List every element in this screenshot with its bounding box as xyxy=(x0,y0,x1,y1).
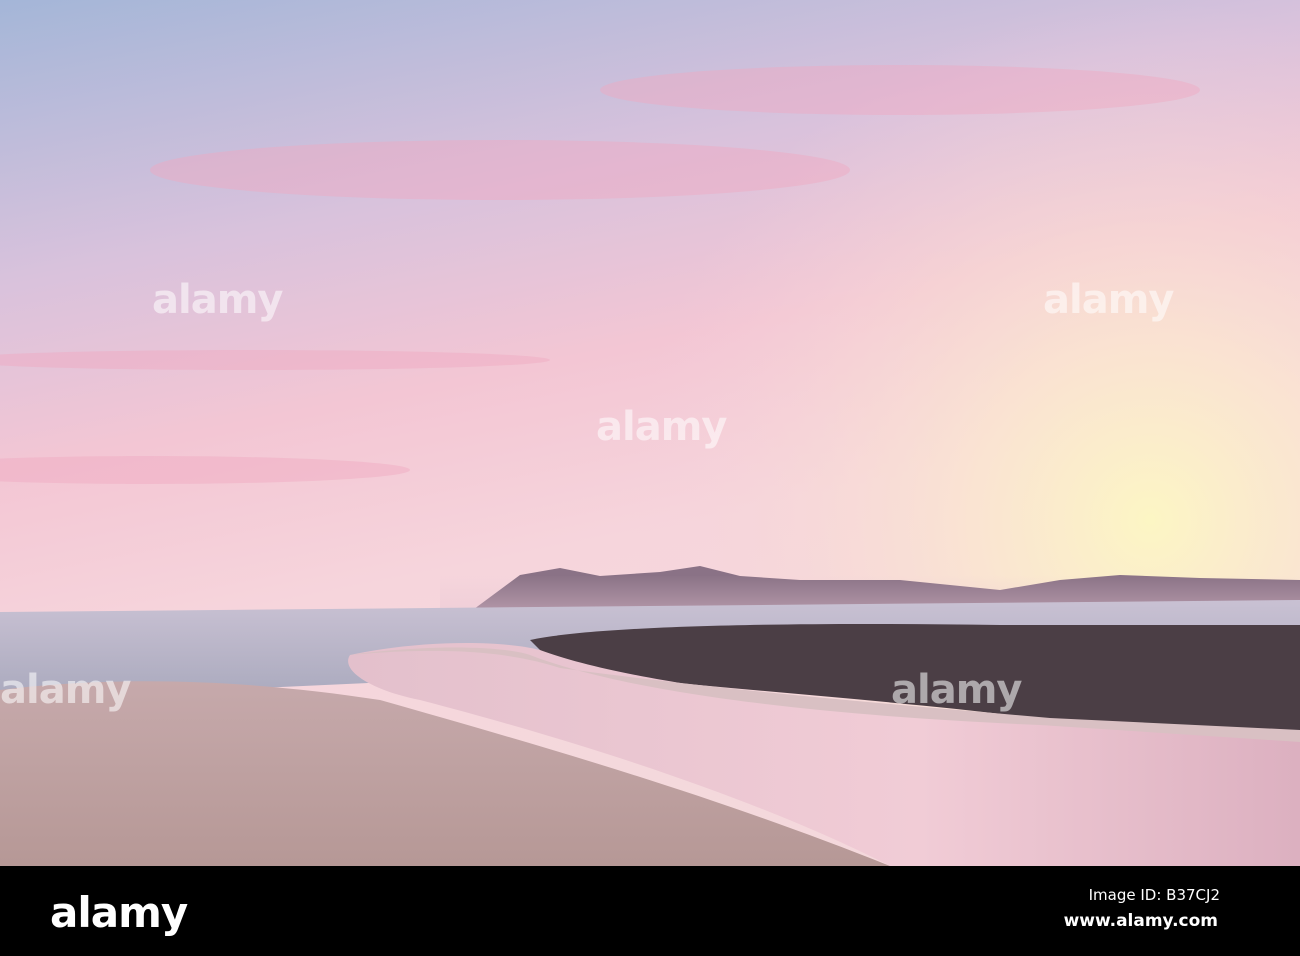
stock-photo-page: alamy alamy alamy alamy alamy alamy Imag… xyxy=(0,0,1300,956)
watermark-logo: alamy xyxy=(596,404,727,450)
footer-bar: alamy Image ID: B37CJ2 www.alamy.com xyxy=(0,866,1300,956)
watermark-logo: alamy xyxy=(152,277,283,323)
alamy-logo: alamy xyxy=(50,888,188,937)
watermark-logo: alamy xyxy=(891,667,1022,713)
image-id: Image ID: B37CJ2 xyxy=(1088,886,1220,904)
website-link[interactable]: www.alamy.com xyxy=(1064,911,1218,931)
watermark-logo: alamy xyxy=(1043,277,1174,323)
watermark-logo: alamy xyxy=(0,667,131,713)
